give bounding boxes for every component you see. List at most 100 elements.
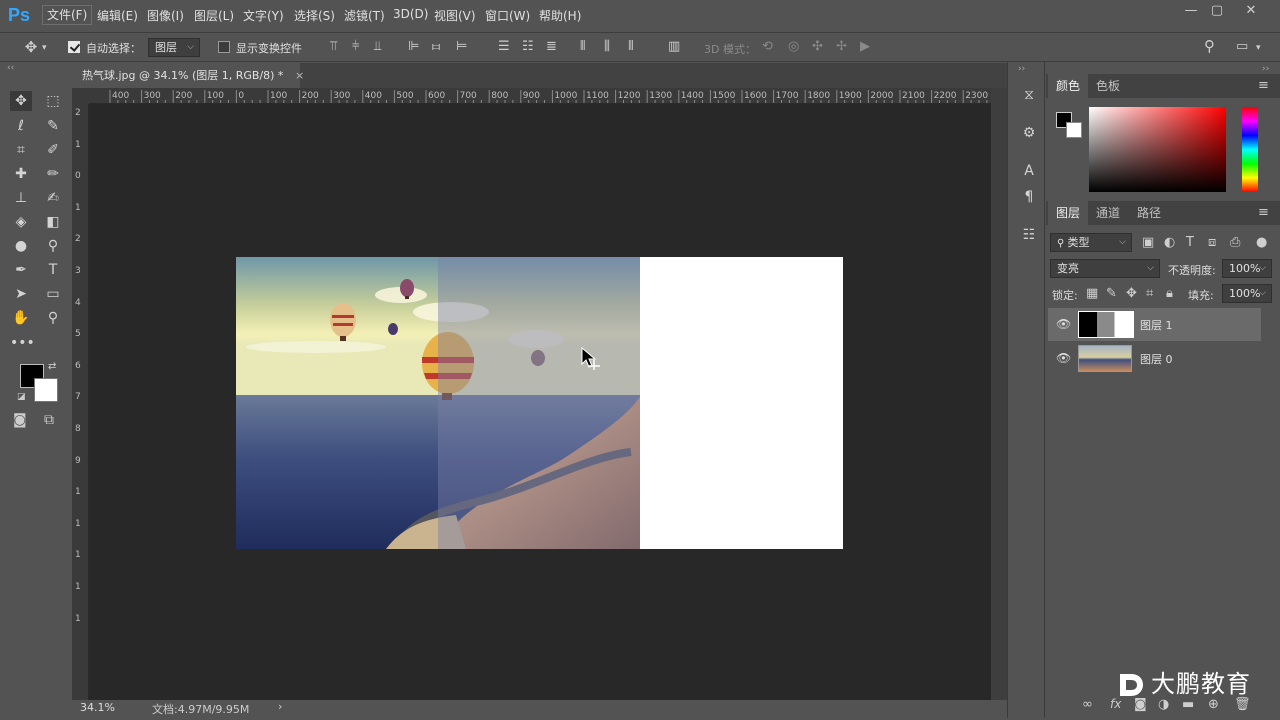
- lock-pixels-icon[interactable]: ✎: [1106, 286, 1117, 302]
- ruler-origin[interactable]: [72, 88, 89, 104]
- eraser-tool-icon[interactable]: ◈: [10, 212, 32, 232]
- tab-channels[interactable]: 通道: [1088, 201, 1128, 225]
- quick-select-tool-icon[interactable]: ✎: [42, 116, 64, 136]
- workspace-icon[interactable]: ▭: [1236, 39, 1248, 55]
- layer-row-1[interactable]: 👁︎ 图层 1: [1048, 308, 1261, 341]
- properties-panel-icon[interactable]: ⚙: [1020, 124, 1038, 142]
- menu-file[interactable]: 文件(F): [42, 5, 93, 25]
- crop-tool-icon[interactable]: ⌗: [10, 140, 32, 160]
- document-image[interactable]: [236, 257, 843, 549]
- swap-colors-icon[interactable]: ⇄: [48, 361, 56, 372]
- marquee-tool-icon[interactable]: ⬚: [42, 91, 64, 111]
- paragraph-panel-icon[interactable]: ¶: [1020, 188, 1038, 206]
- close-button[interactable]: ✕: [1237, 2, 1265, 20]
- color-picker-field[interactable]: [1089, 107, 1226, 192]
- more-tools-icon[interactable]: •••: [10, 333, 35, 353]
- fill-input[interactable]: 100% ⌵: [1222, 284, 1272, 303]
- healing-brush-icon[interactable]: ✚: [10, 164, 32, 184]
- auto-select-target-dropdown[interactable]: 图层 ⌵: [148, 38, 200, 57]
- eye-icon[interactable]: 👁︎: [1056, 351, 1071, 365]
- history-panel-icon[interactable]: ⧖: [1020, 86, 1038, 104]
- distribute-top-icon[interactable]: ☰: [498, 39, 510, 55]
- lock-transparency-icon[interactable]: ▦: [1086, 286, 1098, 302]
- distribute-right-icon[interactable]: ⦀: [628, 39, 634, 55]
- distribute-vcenter-icon[interactable]: ☷: [522, 39, 534, 55]
- dodge-tool-icon[interactable]: ⚲: [42, 236, 64, 256]
- align-bottom-icon[interactable]: ⫫: [374, 39, 381, 55]
- align-top-icon[interactable]: ⫪: [330, 39, 337, 55]
- blend-mode-dropdown[interactable]: 变亮 ⌵: [1050, 259, 1160, 278]
- align-left-icon[interactable]: ⊫: [408, 39, 419, 55]
- workspace-chevron-icon[interactable]: ▾: [1256, 40, 1261, 56]
- auto-select-checkbox[interactable]: [68, 41, 80, 53]
- hand-tool-icon[interactable]: ✋: [10, 308, 32, 328]
- layer-0-thumbnail[interactable]: [1078, 345, 1132, 372]
- filter-type-icon[interactable]: T: [1186, 235, 1194, 251]
- 3d-roll-icon[interactable]: ◎: [788, 39, 799, 55]
- tab-layers[interactable]: 图层: [1048, 201, 1089, 225]
- libraries-panel-icon[interactable]: ☷: [1020, 226, 1038, 244]
- chevron-down-icon[interactable]: ▾: [42, 40, 47, 56]
- align-hcenter-icon[interactable]: ⧦: [432, 39, 440, 55]
- 3d-orbit-icon[interactable]: ⟲: [762, 39, 773, 55]
- character-panel-icon[interactable]: A: [1020, 162, 1038, 180]
- distribute-left-icon[interactable]: ⫴: [580, 39, 585, 55]
- toolbar-collapse[interactable]: ‹‹: [7, 63, 69, 75]
- filter-toggle-icon[interactable]: ●: [1256, 235, 1267, 251]
- status-menu-arrow[interactable]: ›: [278, 700, 282, 713]
- layer-row-0[interactable]: 👁︎ 图层 0: [1048, 342, 1261, 375]
- lock-position-icon[interactable]: ✥: [1126, 286, 1137, 302]
- screen-mode-icon[interactable]: ⧉: [44, 412, 54, 428]
- horizontal-ruler[interactable]: 400 300 200 100 0 100 200 300 400 500 600 700 800 900…: [89, 88, 991, 104]
- link-icon[interactable]: ∞: [1082, 697, 1093, 713]
- type-tool-icon[interactable]: T: [42, 260, 64, 280]
- filter-smart-icon[interactable]: ⎙: [1230, 235, 1240, 251]
- strip-collapse[interactable]: ››: [1018, 64, 1025, 74]
- menu-layer[interactable]: 图层(L): [194, 7, 234, 24]
- eyedropper-tool-icon[interactable]: ✐: [42, 140, 64, 160]
- menu-window[interactable]: 窗口(W): [485, 7, 530, 24]
- history-brush-icon[interactable]: ✍: [42, 188, 64, 208]
- auto-align-icon[interactable]: ▥: [668, 39, 680, 55]
- 3d-pan-icon[interactable]: ✣: [812, 39, 823, 55]
- distribute-hcenter-icon[interactable]: ⫼: [604, 39, 610, 55]
- lock-all-icon[interactable]: 🔒︎: [1166, 286, 1173, 302]
- background-color-swatch[interactable]: [34, 378, 58, 402]
- menu-image[interactable]: 图像(I): [147, 7, 184, 24]
- minimize-button[interactable]: —: [1177, 2, 1205, 20]
- menu-filter[interactable]: 滤镜(T): [344, 7, 385, 24]
- blur-tool-icon[interactable]: ●: [10, 236, 32, 256]
- lasso-tool-icon[interactable]: ℓ: [10, 116, 32, 136]
- align-vcenter-icon[interactable]: ⫩: [352, 39, 359, 55]
- menu-select[interactable]: 选择(S): [294, 7, 335, 24]
- 3d-camera-icon[interactable]: ▶: [860, 39, 870, 55]
- menu-view[interactable]: 视图(V): [434, 7, 476, 24]
- zoom-level[interactable]: 34.1%: [80, 701, 115, 714]
- search-icon[interactable]: ⚲: [1204, 38, 1215, 54]
- move-tool-icon[interactable]: ✥: [22, 39, 40, 55]
- distribute-bottom-icon[interactable]: ≣: [546, 39, 557, 55]
- restore-button[interactable]: ▢: [1203, 2, 1231, 20]
- layers-panel-menu-icon[interactable]: ≡: [1258, 205, 1269, 220]
- document-tab[interactable]: 热气球.jpg @ 34.1% (图层 1, RGB/8) * ×: [72, 63, 304, 88]
- pen-tool-icon[interactable]: ✒: [10, 260, 32, 280]
- vertical-ruler[interactable]: 2 1 0 1 2 3 4 5 6 7 8 9 1 1 1 1 1: [72, 104, 89, 700]
- eye-icon[interactable]: 👁︎: [1056, 317, 1071, 331]
- rectangle-tool-icon[interactable]: ▭: [42, 284, 64, 304]
- zoom-tool-icon[interactable]: ⚲: [42, 308, 64, 328]
- default-colors-icon[interactable]: ◪: [17, 392, 26, 402]
- menu-edit[interactable]: 编辑(E): [97, 7, 138, 24]
- lock-artboard-icon[interactable]: ⌗: [1146, 286, 1153, 302]
- show-transform-checkbox[interactable]: [218, 41, 230, 53]
- gradient-tool-icon[interactable]: ◧: [42, 212, 64, 232]
- tab-swatches[interactable]: 色板: [1088, 74, 1128, 98]
- clone-stamp-icon[interactable]: ⊥: [10, 188, 32, 208]
- layer-name[interactable]: 图层 1: [1140, 317, 1173, 333]
- menu-help[interactable]: 帮助(H): [539, 7, 581, 24]
- path-select-icon[interactable]: ➤: [10, 284, 32, 304]
- menu-3d[interactable]: 3D(D): [393, 7, 428, 21]
- move-tool-icon[interactable]: ✥: [10, 91, 32, 111]
- menu-type[interactable]: 文字(Y): [243, 7, 284, 24]
- filter-pixel-icon[interactable]: ▣: [1142, 235, 1154, 251]
- document-tab-close-icon[interactable]: ×: [295, 69, 304, 82]
